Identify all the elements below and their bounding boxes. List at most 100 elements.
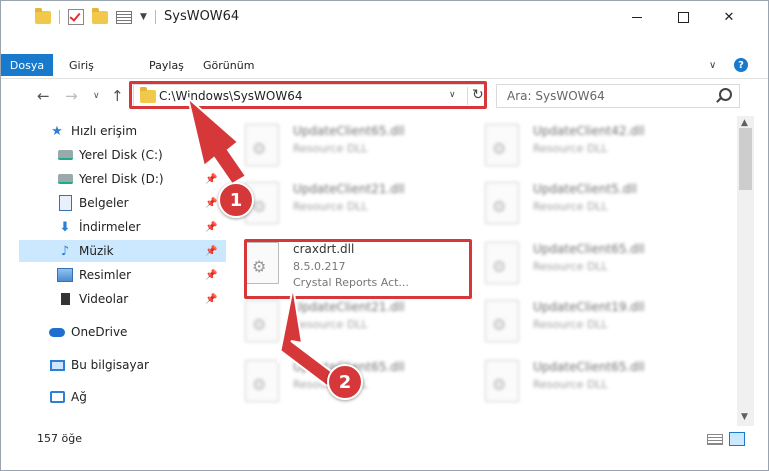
new-folder-icon[interactable] bbox=[92, 7, 108, 24]
file-description: Resource DLL bbox=[533, 378, 608, 391]
quick-access-toolbar: ▼ bbox=[35, 7, 156, 25]
file-description: Resource DLL bbox=[533, 260, 608, 273]
film-icon bbox=[57, 292, 73, 306]
sidebar-item-pictures[interactable]: Resimler bbox=[57, 264, 131, 286]
recent-locations-icon[interactable]: ∨ bbox=[93, 91, 100, 101]
pictures-icon bbox=[57, 268, 73, 282]
large-icons-view-icon[interactable] bbox=[729, 432, 745, 446]
sidebar-item-label: Belgeler bbox=[79, 196, 129, 210]
pin-icon[interactable]: 📌 bbox=[205, 150, 217, 161]
list-item[interactable]: UpdateClient21.dll Resource DLL bbox=[229, 178, 449, 234]
list-item[interactable]: UpdateClient19.dll Resource DLL bbox=[469, 296, 689, 352]
ribbon: Dosya Giriş Paylaş Görünüm ∨ ? bbox=[1, 33, 768, 79]
file-description: Resource DLL bbox=[293, 142, 368, 155]
minimize-icon bbox=[632, 16, 642, 18]
minimize-button[interactable] bbox=[614, 1, 660, 33]
network-shape bbox=[49, 391, 65, 403]
file-name: UpdateClient21.dll bbox=[293, 300, 405, 314]
back-arrow-icon[interactable]: ← bbox=[37, 87, 50, 105]
film-shape bbox=[57, 293, 73, 305]
vertical-scrollbar[interactable]: ▲ ▼ bbox=[737, 116, 754, 426]
help-icon[interactable]: ? bbox=[734, 58, 748, 72]
cloud-shape bbox=[49, 327, 65, 337]
customize-toolbar-icon[interactable]: ▼ bbox=[140, 12, 147, 22]
drive-shape bbox=[57, 150, 73, 160]
properties-check-icon[interactable] bbox=[68, 9, 84, 25]
sidebar-item-label: Yerel Disk (D:) bbox=[79, 172, 164, 186]
star-icon: ★ bbox=[51, 123, 63, 139]
computer-shape bbox=[49, 359, 65, 371]
dll-file-icon bbox=[245, 300, 279, 342]
sidebar-item-music[interactable]: ♪ Müzik bbox=[57, 240, 114, 262]
search-placeholder: Ara: SysWOW64 bbox=[507, 89, 605, 103]
maximize-button[interactable] bbox=[660, 1, 706, 33]
pin-icon[interactable]: 📌 bbox=[205, 270, 217, 281]
file-name: UpdateClient5.dll bbox=[533, 182, 637, 196]
close-button[interactable]: ✕ bbox=[706, 1, 752, 33]
sidebar-item-this-pc[interactable]: Bu bilgisayar bbox=[49, 354, 149, 376]
sidebar-item-label: Bu bilgisayar bbox=[71, 358, 149, 372]
tab-home[interactable]: Giriş bbox=[69, 54, 94, 76]
sidebar-item-disk-c[interactable]: Yerel Disk (C:) bbox=[57, 144, 163, 166]
sidebar-item-videos[interactable]: Videolar bbox=[57, 288, 128, 310]
status-bar: 157 öğe bbox=[1, 426, 768, 450]
cloud-icon bbox=[49, 325, 65, 339]
maximize-icon bbox=[677, 11, 689, 23]
item-count: 157 öğe bbox=[37, 432, 82, 445]
tab-share[interactable]: Paylaş bbox=[149, 54, 184, 76]
list-item[interactable]: UpdateClient65.dll Resource DLL bbox=[469, 356, 689, 412]
selected-highlight bbox=[19, 240, 226, 262]
list-item[interactable]: UpdateClient42.dll Resource DLL bbox=[469, 120, 689, 176]
toolbar-separator bbox=[154, 10, 156, 24]
toolbar-separator bbox=[59, 10, 60, 24]
search-input[interactable]: Ara: SysWOW64 bbox=[496, 84, 740, 108]
tab-view[interactable]: Görünüm bbox=[203, 54, 254, 76]
sidebar-item-label: Müzik bbox=[79, 244, 114, 258]
computer-icon bbox=[49, 358, 65, 372]
dll-file-icon bbox=[485, 242, 519, 284]
tab-file[interactable]: Dosya bbox=[1, 54, 53, 76]
list-item[interactable]: UpdateClient21.dll Resource DLL bbox=[229, 296, 449, 352]
rename-icon[interactable] bbox=[116, 10, 132, 24]
pin-icon[interactable]: 📌 bbox=[205, 294, 217, 305]
scroll-thumb[interactable] bbox=[739, 128, 752, 190]
file-name: UpdateClient65.dll bbox=[533, 242, 645, 256]
pin-icon[interactable]: 📌 bbox=[205, 222, 217, 233]
file-name: UpdateClient19.dll bbox=[533, 300, 645, 314]
sidebar-item-disk-d[interactable]: Yerel Disk (D:) bbox=[57, 168, 164, 190]
document-icon bbox=[57, 195, 73, 211]
list-item[interactable]: UpdateClient65.dll Resource DLL bbox=[229, 120, 449, 176]
sidebar-item-quick-access[interactable]: ★ Hızlı erişim bbox=[49, 120, 137, 142]
pin-icon[interactable]: 📌 bbox=[205, 174, 217, 185]
sidebar-item-label: Yerel Disk (C:) bbox=[79, 148, 163, 162]
expand-ribbon-icon[interactable]: ∨ bbox=[709, 60, 716, 71]
dll-file-icon bbox=[485, 124, 519, 166]
search-icon[interactable] bbox=[719, 88, 732, 101]
pin-icon[interactable]: 📌 bbox=[205, 246, 217, 257]
sidebar-item-label: Resimler bbox=[79, 268, 132, 282]
drive-icon bbox=[57, 148, 73, 162]
file-name: UpdateClient65.dll bbox=[533, 360, 645, 374]
details-view-icon[interactable] bbox=[707, 434, 723, 445]
forward-arrow-icon[interactable]: → bbox=[65, 87, 78, 105]
pin-icon[interactable]: 📌 bbox=[205, 198, 217, 209]
list-item[interactable]: UpdateClient65.dll Resource DLL bbox=[469, 238, 689, 294]
sidebar-item-downloads[interactable]: ⬇ İndirmeler bbox=[57, 216, 141, 238]
window-title: SysWOW64 bbox=[164, 9, 240, 24]
file-name: UpdateClient65.dll bbox=[293, 124, 405, 138]
highlight-box-address bbox=[129, 81, 487, 109]
list-item[interactable]: UpdateClient5.dll Resource DLL bbox=[469, 178, 689, 234]
scroll-up-icon[interactable]: ▲ bbox=[741, 118, 748, 128]
up-arrow-icon[interactable]: ↑ bbox=[111, 87, 124, 105]
sidebar-item-onedrive[interactable]: OneDrive bbox=[49, 321, 127, 343]
sidebar-item-documents[interactable]: Belgeler bbox=[57, 192, 129, 214]
sidebar-item-network[interactable]: Ağ bbox=[49, 386, 87, 408]
file-description: Resource DLL bbox=[533, 142, 608, 155]
highlight-box-file bbox=[244, 239, 472, 299]
file-name: UpdateClient42.dll bbox=[533, 124, 645, 138]
drive-shape bbox=[57, 174, 73, 184]
step-badge-1: 1 bbox=[218, 182, 254, 218]
scroll-down-icon[interactable]: ▼ bbox=[741, 412, 748, 422]
dll-file-icon bbox=[485, 182, 519, 224]
step-badge-2: 2 bbox=[327, 364, 363, 400]
